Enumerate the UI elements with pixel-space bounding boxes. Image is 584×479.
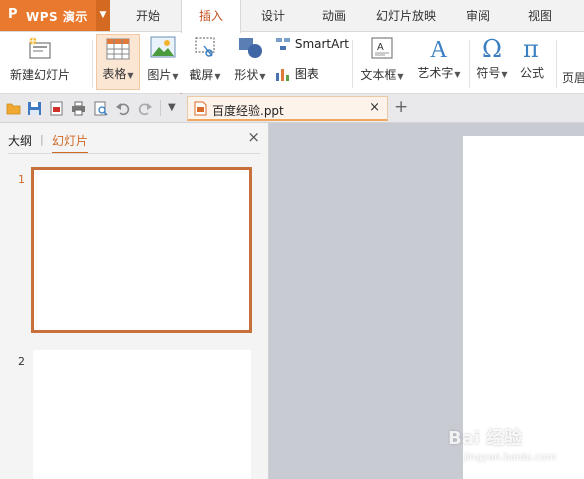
smartart-icon <box>276 38 290 50</box>
slide-number: 2 <box>18 355 25 368</box>
print-preview-icon[interactable] <box>93 101 108 116</box>
svg-text:π: π <box>523 35 539 62</box>
ribbon-separator <box>352 40 353 88</box>
ribbon-separator <box>92 40 93 88</box>
chart-label: 图表 <box>294 67 319 81</box>
baidu-watermark-url: jingyan.baidu.com <box>464 452 557 463</box>
tab-slides[interactable]: 幻灯片 <box>52 132 89 154</box>
pi-formula-icon: π <box>523 35 539 62</box>
tab-review[interactable]: 审阅 <box>450 0 506 32</box>
table-button[interactable]: 表格▼ <box>96 34 140 90</box>
shape-label: 形状▼ <box>234 68 266 82</box>
slide-thumbnail[interactable] <box>31 167 252 333</box>
screenshot-label: 截屏▼ <box>189 68 221 82</box>
slides-panel: 大纲 | 幻灯片 × 1 2 <box>0 123 269 479</box>
tab-outline[interactable]: 大纲 <box>8 132 32 149</box>
picture-label: 图片▼ <box>147 68 179 82</box>
app-menu-dropdown-icon[interactable]: ▼ <box>96 0 110 31</box>
new-tab-plus-icon[interactable]: + <box>394 97 408 117</box>
slide-number: 1 <box>18 173 25 186</box>
textbox-button[interactable]: A 文本框▼ <box>356 36 408 83</box>
header-footer-label: 页眉 <box>562 71 584 85</box>
formula-label: 公式 <box>519 66 544 80</box>
symbol-button[interactable]: Ω 符号▼ <box>472 34 512 81</box>
redo-icon[interactable] <box>138 101 153 116</box>
menu-tab-bar: P WPS 演示 ▼ 开始 插入 设计 动画 幻灯片放映 审阅 视图 <box>0 0 584 33</box>
tab-home[interactable]: 开始 <box>118 0 178 32</box>
ppt-file-icon <box>194 101 207 116</box>
screenshot-button[interactable]: 截屏▼ <box>186 36 224 83</box>
wordart-button[interactable]: A 艺术字▼ <box>412 34 466 81</box>
picture-button[interactable]: 图片▼ <box>143 36 183 83</box>
export-pdf-icon[interactable] <box>49 101 64 116</box>
quick-access-toolbar: ▼ 百度经验.ppt × + <box>0 94 584 123</box>
header-footer-button[interactable]: 页眉 <box>562 69 584 86</box>
shape-icon <box>239 38 262 58</box>
close-panel-icon[interactable]: × <box>247 128 260 146</box>
table-icon <box>106 38 130 60</box>
wordart-icon: A <box>430 37 448 62</box>
omega-symbol-icon: Ω <box>482 35 502 62</box>
undo-icon[interactable] <box>115 101 130 116</box>
symbol-label: 符号▼ <box>476 66 508 80</box>
shape-button[interactable]: 形状▼ <box>229 36 271 83</box>
toolbar-dropdown-icon[interactable]: ▼ <box>168 102 176 113</box>
tab-insert[interactable]: 插入 <box>181 0 241 33</box>
table-label: 表格▼ <box>102 67 134 81</box>
print-icon[interactable] <box>71 101 86 116</box>
tab-animation[interactable]: 动画 <box>304 0 364 32</box>
save-icon[interactable] <box>27 101 42 116</box>
baidu-watermark: Bai 经验 <box>448 428 523 449</box>
new-slide-label: 新建幻灯片 <box>9 68 70 82</box>
textbox-label: 文本框▼ <box>360 68 404 82</box>
close-document-icon[interactable]: × <box>369 100 380 115</box>
slide-editor-area <box>270 123 584 479</box>
screenshot-icon <box>195 37 215 57</box>
ribbon-separator <box>469 40 470 88</box>
panel-tab-divider: | <box>40 133 44 146</box>
app-menu-button[interactable]: P WPS 演示 ▼ <box>0 0 110 31</box>
svg-text:A: A <box>377 42 384 53</box>
open-folder-icon[interactable] <box>6 101 21 116</box>
wordart-label: 艺术字▼ <box>417 66 461 80</box>
chart-button[interactable]: 图表 <box>275 65 319 82</box>
tab-design[interactable]: 设计 <box>243 0 303 32</box>
slide-thumbnail[interactable] <box>33 350 251 479</box>
panel-header-divider <box>8 153 260 154</box>
picture-icon <box>150 36 176 58</box>
document-tab[interactable]: 百度经验.ppt × <box>187 96 388 121</box>
new-slide-icon <box>29 37 51 59</box>
document-filename: 百度经验.ppt <box>212 104 284 118</box>
ribbon-insert: 新建幻灯片 表格▼ 图片▼ 截屏▼ 形状▼ SmartArt 图表 A 文本框▼… <box>0 32 584 125</box>
svg-text:Ω: Ω <box>482 35 502 62</box>
toolbar-separator <box>160 100 161 116</box>
tab-view[interactable]: 视图 <box>512 0 568 32</box>
new-slide-button[interactable]: 新建幻灯片 <box>6 36 74 83</box>
chart-icon <box>276 69 289 81</box>
tab-slideshow[interactable]: 幻灯片放映 <box>368 0 444 32</box>
wps-logo-icon: P <box>8 7 18 22</box>
ribbon-separator <box>556 40 557 88</box>
app-name: WPS 演示 <box>26 10 88 24</box>
textbox-icon: A <box>371 37 393 59</box>
smartart-label: SmartArt <box>294 37 349 51</box>
svg-text:A: A <box>430 37 448 62</box>
smartart-button[interactable]: SmartArt <box>275 37 349 51</box>
formula-button[interactable]: π 公式 <box>514 34 550 81</box>
